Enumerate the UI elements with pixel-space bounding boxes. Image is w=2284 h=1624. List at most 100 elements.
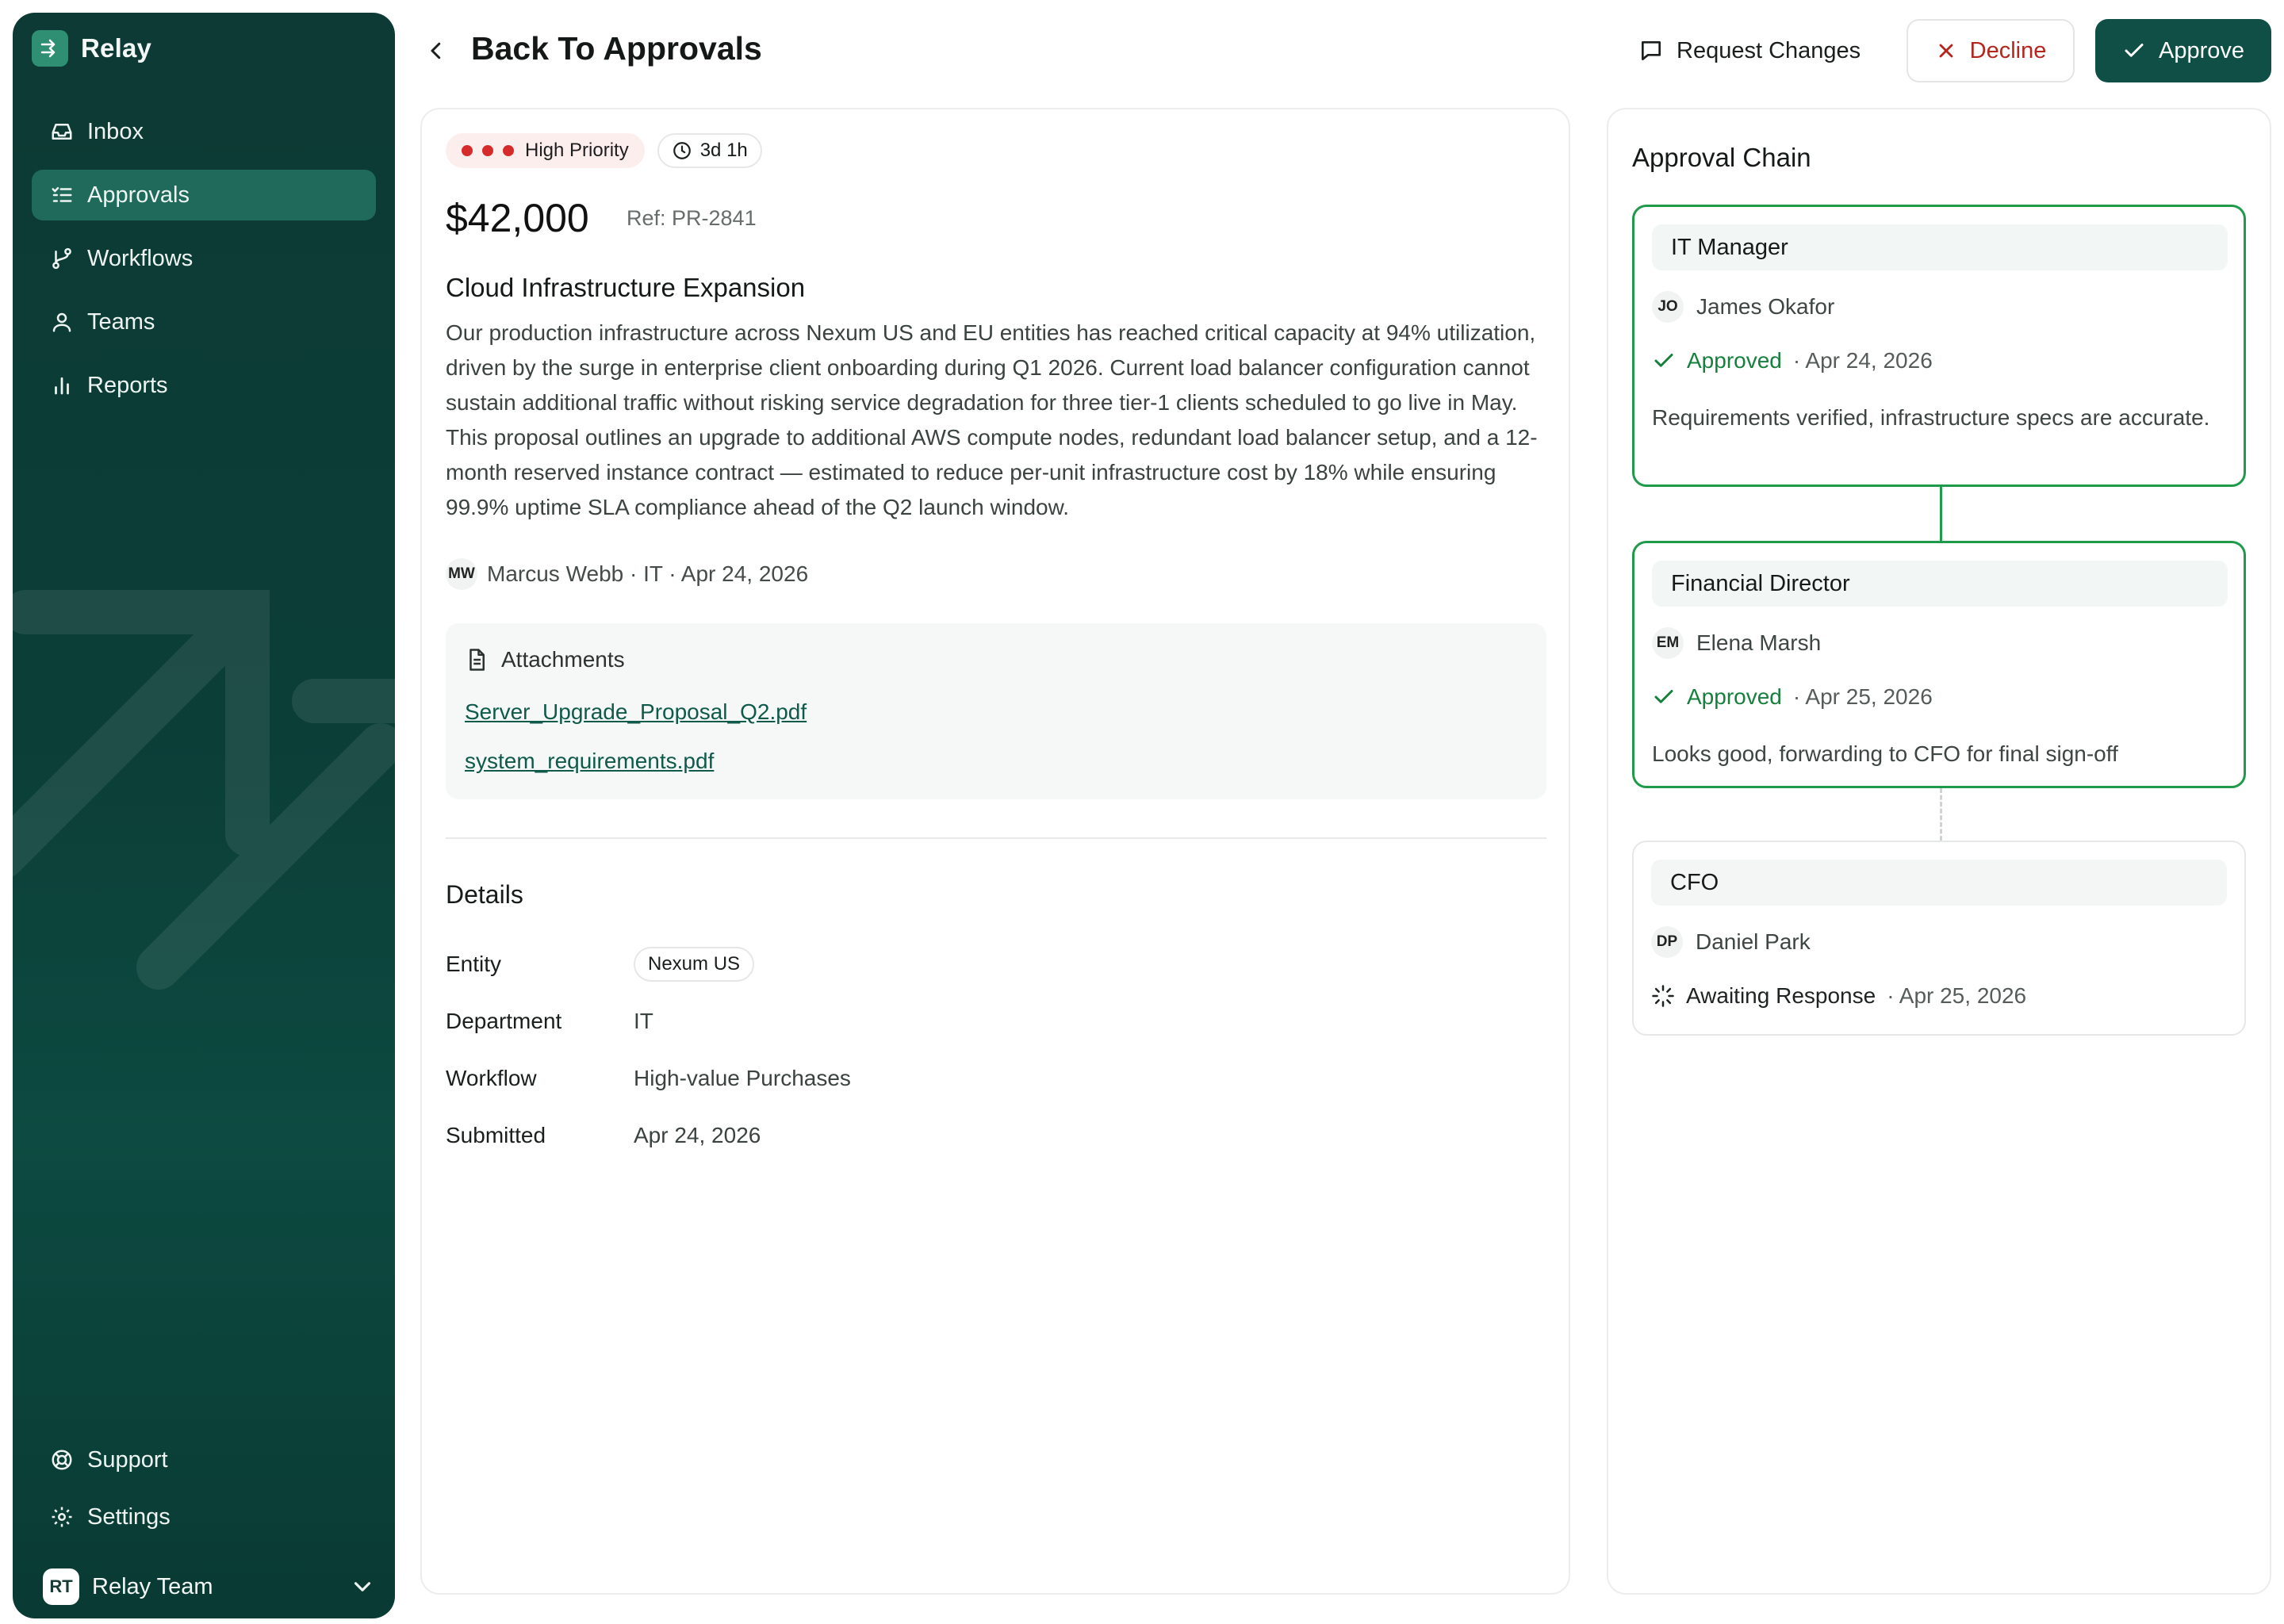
age-label: 3d 1h [699,140,748,161]
avatar: JO [1652,291,1684,323]
request-description: Our production infrastructure across Nex… [446,320,1538,519]
submitter-info: MW Marcus Webb · IT · Apr 24, 2026 [446,558,808,590]
priority-dot [503,145,514,156]
detail-value: IT [634,1009,653,1033]
request-amount: $42,000 [446,196,589,240]
sidebar-item-label: Teams [87,308,155,335]
approve-button[interactable]: Approve [2095,19,2271,82]
app-root: Relay Inbox Approvals Workflows Teams Re… [0,0,2284,1624]
user-icon [49,309,75,335]
sidebar-item-settings[interactable]: Settings [32,1492,376,1542]
back-button[interactable] [420,35,452,67]
attachments-label: Attachments [501,647,625,672]
detail-row-workflow: Workflow High-value Purchases [446,1066,1546,1091]
step-role: CFO [1651,860,2227,906]
step-role: Financial Director [1652,561,2228,607]
step-status: Approved · Apr 25, 2026 [1652,684,1933,710]
sidebar-item-label: Inbox [87,118,144,144]
request-changes-button[interactable]: Request Changes [1632,30,1867,71]
request-ref: Ref: PR-2841 [627,206,757,230]
detail-value: Apr 24, 2026 [634,1123,761,1147]
priority-dot [462,145,473,156]
chain-connector [1940,487,1942,541]
loader-icon [1652,985,1674,1007]
document-icon [469,649,485,671]
close-icon [1939,44,1953,58]
list-check-icon [49,182,75,208]
sidebar-bottom-nav: Support Settings [32,1434,376,1549]
sidebar-item-approvals[interactable]: Approvals [32,170,376,220]
sidebar-item-reports[interactable]: Reports [32,360,376,411]
sidebar: Relay Inbox Approvals Workflows Teams Re… [13,13,395,1618]
sidebar-item-label: Reports [87,372,168,398]
step-note: Looks good, forwarding to CFO for final … [1652,741,2118,766]
sidebar-item-workflows[interactable]: Workflows [32,233,376,284]
check-icon [2125,44,2144,57]
brand-watermark-icon [13,590,395,990]
gear-icon [49,1504,75,1530]
status-label: Approved [1687,684,1782,709]
step-approver: JO James Okafor [1652,291,1834,323]
branch-icon [49,246,75,271]
sidebar-item-label: Approvals [87,182,190,208]
approval-step: CFO DP Daniel Park Awaiting Response · A… [1632,841,2246,1036]
sidebar-item-support[interactable]: Support [32,1434,376,1485]
decline-label: Decline [1969,37,2047,63]
approval-step: IT Manager JO James Okafor Approved · Ap… [1632,205,2246,487]
approver-name: James Okafor [1696,294,1835,319]
chain-connector-pending [1940,788,1942,841]
detail-label: Department [446,1009,562,1033]
sidebar-item-inbox[interactable]: Inbox [32,106,376,157]
approval-chain-title: Approval Chain [1632,143,1811,172]
avatar: EM [1652,627,1684,659]
step-approver: DP Daniel Park [1651,926,1811,958]
request-badges: High Priority 3d 1h [446,133,762,168]
status-date: · Apr 24, 2026 [1792,348,1933,373]
request-card: High Priority 3d 1h $42,000 Ref: PR-2841… [420,108,1570,1595]
brand-name: Relay [81,33,152,63]
status-date: · Apr 25, 2026 [1792,684,1933,709]
sidebar-item-teams[interactable]: Teams [32,297,376,347]
request-changes-label: Request Changes [1677,37,1861,63]
status-label: Awaiting Response [1686,983,1876,1008]
comment-icon [1642,41,1661,60]
detail-row-submitted: Submitted Apr 24, 2026 [446,1123,1546,1148]
relay-logo-icon [32,30,68,67]
status-date: · Apr 25, 2026 [1887,983,2027,1008]
chevron-left-icon [431,42,441,59]
request-title: Cloud Infrastructure Expansion [446,273,806,302]
detail-row-entity: Entity Nexum US [446,947,1546,982]
age-badge: 3d 1h [657,133,762,168]
detail-label: Entity [446,952,502,976]
approver-name: Elena Marsh [1696,630,1822,655]
check-icon [1654,690,1673,703]
approval-step: Financial Director EM Elena Marsh Approv… [1632,541,2246,788]
attachment-link[interactable]: Server_Upgrade_Proposal_Q2.pdf [465,699,807,725]
step-status: Awaiting Response · Apr 25, 2026 [1651,983,2026,1009]
approval-chain-card: Approval Chain IT Manager JO James Okafo… [1607,108,2271,1595]
main-nav: Inbox Approvals Workflows Teams Reports [32,106,376,423]
chevron-down-icon [354,1582,371,1591]
attachment-link[interactable]: system_requirements.pdf [465,749,714,774]
sidebar-item-label: Support [87,1446,168,1473]
priority-dot [482,145,493,156]
page-title[interactable]: Back To Approvals [471,30,762,67]
sidebar-item-label: Workflows [87,245,194,271]
lifebuoy-icon [49,1447,75,1473]
team-switcher[interactable]: RT Relay Team [43,1565,376,1609]
detail-label: Workflow [446,1066,537,1090]
decline-button[interactable]: Decline [1907,19,2075,82]
step-note: Requirements verified, infrastructure sp… [1652,405,2210,430]
step-approver: EM Elena Marsh [1652,627,1821,659]
detail-row-department: Department IT [446,1009,1546,1034]
priority-dots [462,145,514,156]
divider [446,837,1546,839]
team-avatar: RT [43,1568,79,1605]
approver-name: Daniel Park [1696,929,1811,954]
priority-badge: High Priority [446,133,645,168]
brand[interactable]: Relay [32,30,151,67]
detail-value: High-value Purchases [634,1066,851,1090]
clock-icon [673,142,691,159]
team-name: Relay Team [92,1573,213,1599]
detail-label: Submitted [446,1123,546,1147]
